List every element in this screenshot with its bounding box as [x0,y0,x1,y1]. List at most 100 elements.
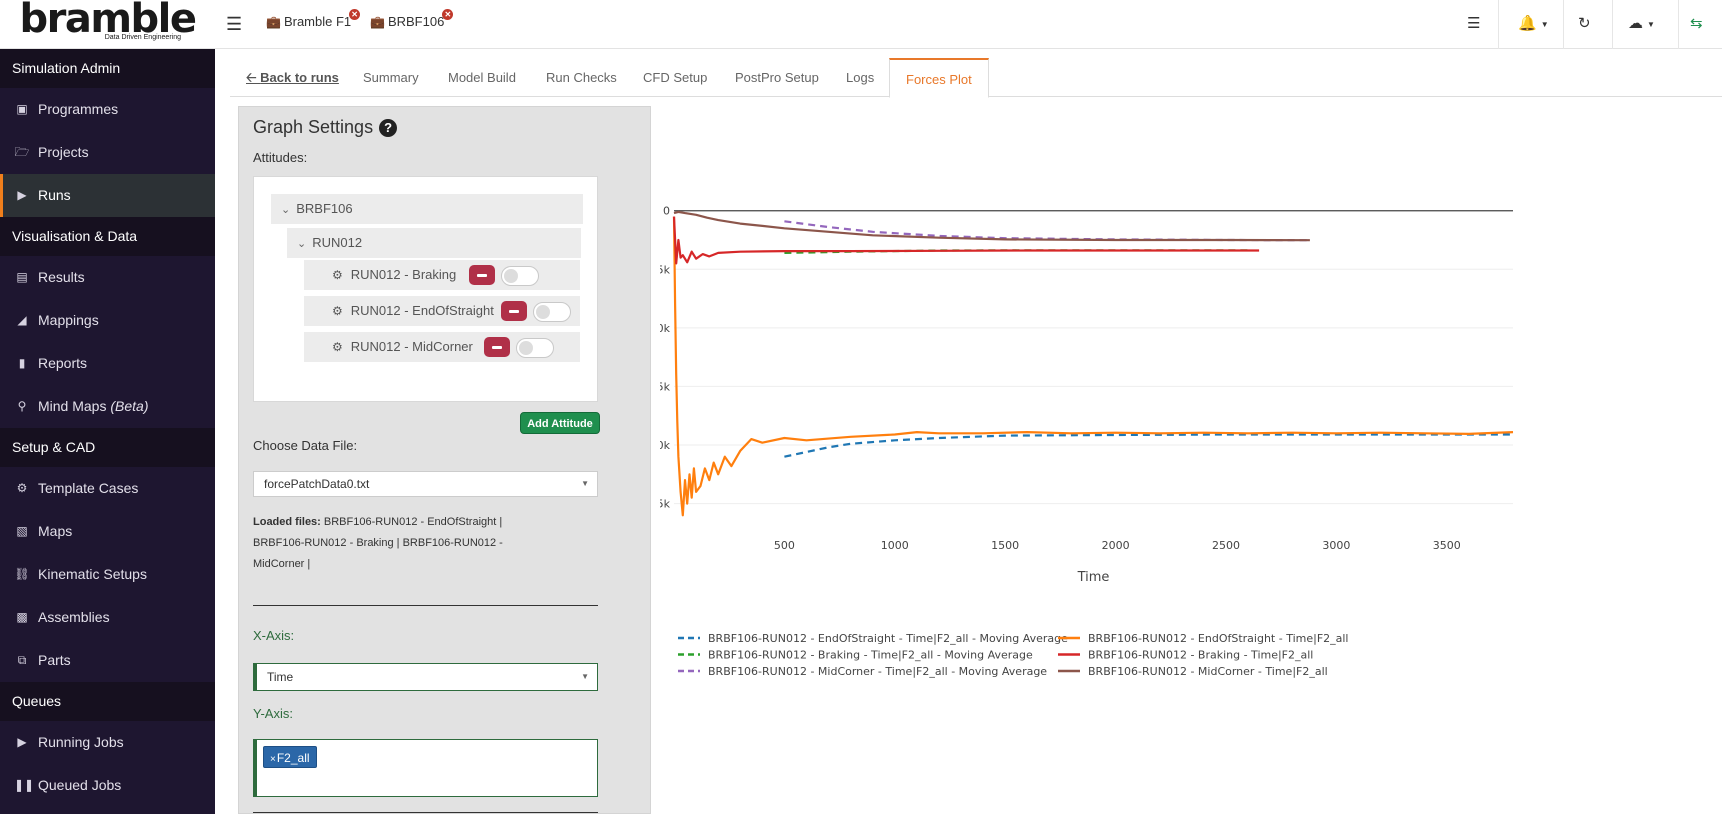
sidebar-item-queued-jobs[interactable]: ❚❚ Queued Jobs [0,764,215,807]
gear-icon[interactable]: ⚙ [332,340,343,354]
arrow-left-icon: 🡠 [246,70,261,85]
gear-icon[interactable]: ⚙ [332,304,343,318]
y-axis-multiselect[interactable]: ×F2_all [253,739,598,797]
list-icon[interactable]: ☰ [1467,14,1480,32]
legend-entry[interactable]: BRBF106-RUN012 - EndOfStraight - Time|F2… [1088,632,1349,645]
remove-attitude-button[interactable] [469,265,495,285]
x-axis-label: X-Axis: [253,628,295,643]
brand-logo[interactable]: bramble Data Driven Engineering [0,0,215,49]
gear-icon[interactable]: ⚙ [332,268,343,282]
back-to-runs-link[interactable]: 🡠 Back to runs [246,58,339,97]
series-line-1[interactable] [784,433,1513,458]
refresh-icon[interactable]: ↻ [1578,14,1591,32]
x-axis-select[interactable]: Time ▼ [253,663,598,691]
attitudes-label: Attitudes: [253,150,308,165]
close-tab-icon[interactable]: ✕ [349,9,361,20]
tab-logs[interactable]: Logs [846,58,874,97]
legend-entry[interactable]: BRBF106-RUN012 - MidCorner - Time|F2_all [1088,665,1328,678]
tree-node-run012[interactable]: ⌄ RUN012 [287,228,581,258]
sidebar-item-runs[interactable]: ▶ Runs [0,174,215,217]
forces-chart[interactable]: 0 −5k −10k −15k −20k −25k 500 1000 1500 2000 2500 3… [660,100,1722,814]
attitude-toggle[interactable] [516,338,554,358]
sidebar-item-label: Results [38,269,85,285]
swap-icon[interactable]: ⇆ [1690,14,1703,32]
attitude-label: RUN012 - EndOfStraight [350,303,494,318]
graph-settings-panel: Graph Settings? Attitudes: ⌄ BRBF106 ⌄ RUN… [238,106,651,814]
y-axis-label: Y-Axis: [253,706,293,721]
doc-tab-bramble-f1[interactable]: 💼 Bramble F1 ✕ [266,9,361,29]
sidebar-item-mappings[interactable]: ◢ Mappings [0,299,215,342]
y-tick-label: −5k [660,263,671,276]
sidebar-item-running-jobs[interactable]: ▶ Running Jobs [0,721,215,764]
tab-postpro-setup[interactable]: PostPro Setup [735,58,819,97]
remove-chip-icon[interactable]: × [270,754,276,765]
tab-forces-plot[interactable]: Forces Plot [889,58,989,98]
series-line-4[interactable] [672,216,1514,517]
object-group-icon: ▩ [16,610,28,624]
lightbulb-icon: ⚲ [17,399,27,413]
sidebar-item-label: Running Jobs [38,734,124,750]
attitude-toggle[interactable] [501,266,539,286]
sidebar-item-label: Runs [38,187,71,203]
sidebar-item-mind-maps[interactable]: ⚲ Mind Maps (Beta) [0,385,215,428]
beta-label: (Beta) [110,398,149,414]
play-icon: ▶ [17,188,27,202]
briefcase-icon: 💼 [266,14,281,29]
legend-entry[interactable]: BRBF106-RUN012 - Braking - Time|F2_all [1088,649,1313,662]
cloud-upload-icon[interactable]: ☁ ▼ [1628,14,1655,32]
sidebar-item-reports[interactable]: ▮ Reports [0,342,215,385]
bell-icon[interactable]: 🔔 ▼ [1518,14,1549,32]
chevron-down-icon[interactable]: ⌄ [297,229,306,259]
area-chart-icon: ◢ [17,313,27,327]
legend-entry[interactable]: BRBF106-RUN012 - MidCorner - Time|F2_all… [708,665,1047,678]
sidebar-item-programmes[interactable]: ▣ Programmes [0,88,215,131]
remove-attitude-button[interactable] [484,337,510,357]
top-bar: bramble Data Driven Engineering ☰ 💼 Bram… [0,0,1722,49]
y-axis-chip[interactable]: ×F2_all [263,746,317,768]
series-line-3[interactable] [784,220,1310,242]
book-icon: ▮ [18,356,26,370]
legend-entry[interactable]: BRBF106-RUN012 - EndOfStraight - Time|F2… [708,632,1068,645]
chevron-down-icon[interactable]: ⌄ [281,195,290,225]
tab-cfd-setup[interactable]: CFD Setup [643,58,707,97]
data-file-value: forcePatchData0.txt [264,477,370,491]
sidebar-item-parts[interactable]: ⧉ Parts [0,639,215,682]
legend-entry[interactable]: BRBF106-RUN012 - Braking - Time|F2_all -… [708,649,1033,662]
tab-model-build[interactable]: Model Build [448,58,516,97]
tab-summary[interactable]: Summary [363,58,419,97]
x-axis-value: Time [267,670,294,684]
tab-run-checks[interactable]: Run Checks [546,58,617,97]
attitudes-tree: ⌄ BRBF106 ⌄ RUN012 ⚙ RUN012 - Braking ⚙ RUN0… [253,176,598,402]
sidebar-section-queues: Queues [0,682,215,721]
sidebar-item-label: Mappings [38,312,99,328]
sidebar-item-label: Queued Jobs [38,777,122,793]
y-axis-chip-label: F2_all [276,751,310,765]
sidebar-item-label: Maps [38,523,73,539]
sidebar-item-kinematic-setups[interactable]: ⛓ Kinematic Setups [0,553,215,596]
loaded-files-label: Loaded files: [253,516,321,528]
attitude-row-endofstraight: ⚙ RUN012 - EndOfStraight [304,296,580,326]
menu-toggle-icon[interactable]: ☰ [226,14,242,35]
sidebar-item-label: Parts [38,652,71,668]
sidebar-item-assemblies[interactable]: ▩ Assemblies [0,596,215,639]
series-line-6[interactable] [673,210,1310,242]
remove-attitude-button[interactable] [501,301,527,321]
x-tick-label: 3000 [1322,539,1350,552]
sidebar-item-projects[interactable]: 🗁 Projects [0,131,215,174]
close-tab-icon[interactable]: ✕ [442,9,454,20]
sidebar: Simulation Admin ▣ Programmes 🗁 Projects ▶… [0,49,215,814]
doc-tab-label: BRBF106 [387,14,445,29]
sidebar-item-label: Reports [38,355,88,371]
brand-tagline: Data Driven Engineering [104,34,181,41]
doc-tab-brbf106[interactable]: 💼 BRBF106 ✕ [370,9,454,29]
sidebar-item-template-cases[interactable]: ⚙ Template Cases [0,467,215,510]
car-icon: ⛓ [14,567,30,581]
data-file-select[interactable]: forcePatchData0.txt ▼ [253,471,598,497]
attitude-toggle[interactable] [533,302,571,322]
sidebar-item-results[interactable]: ▤ Results [0,256,215,299]
x-tick-label: 2500 [1212,539,1240,552]
tree-node-brbf106[interactable]: ⌄ BRBF106 [271,194,583,224]
sidebar-item-maps[interactable]: ▧ Maps [0,510,215,553]
help-icon[interactable]: ? [379,119,398,137]
add-attitude-button[interactable]: Add Attitude [520,412,600,434]
